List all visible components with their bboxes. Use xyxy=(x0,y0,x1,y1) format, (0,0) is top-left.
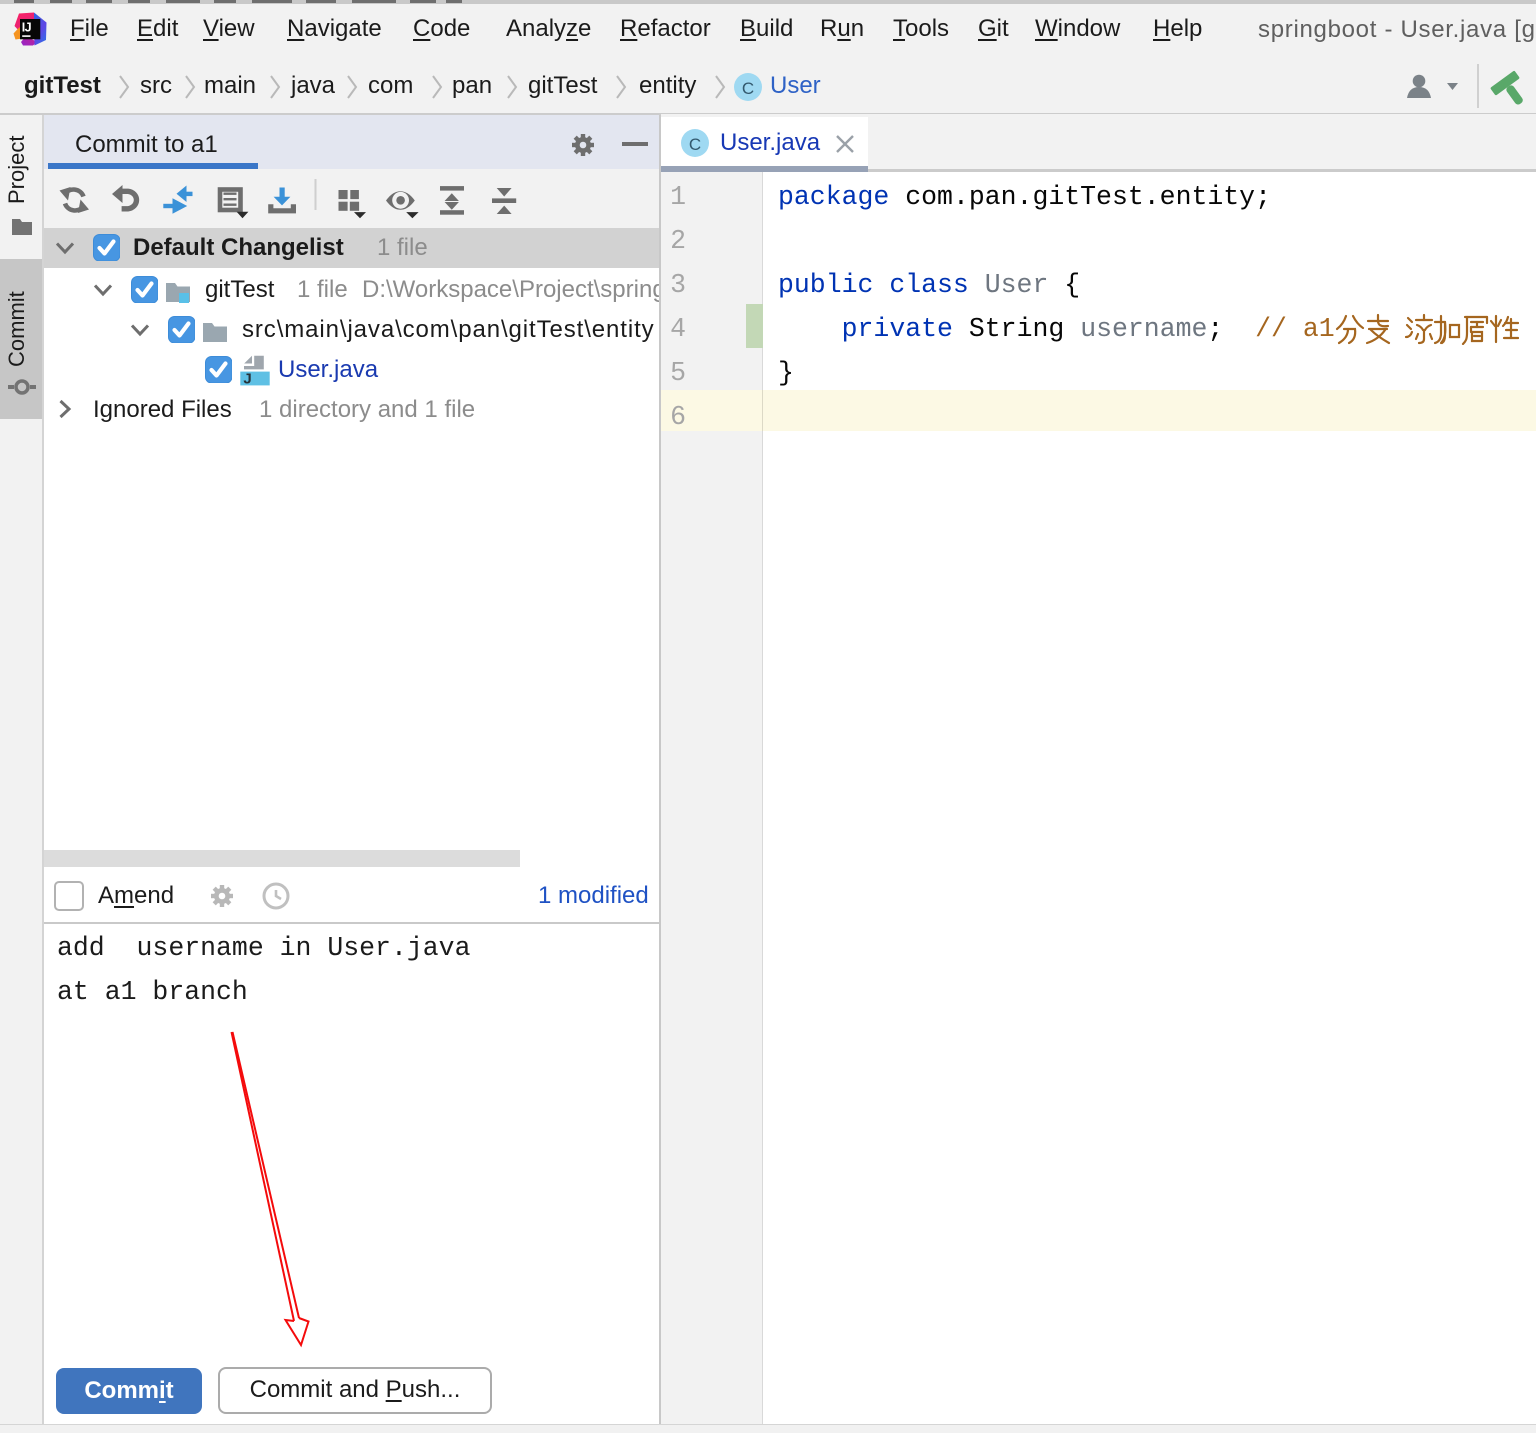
svg-text:C: C xyxy=(742,79,754,98)
svg-text:IJ: IJ xyxy=(22,20,32,34)
svg-text:J: J xyxy=(243,371,251,387)
svg-text:C: C xyxy=(689,135,701,154)
